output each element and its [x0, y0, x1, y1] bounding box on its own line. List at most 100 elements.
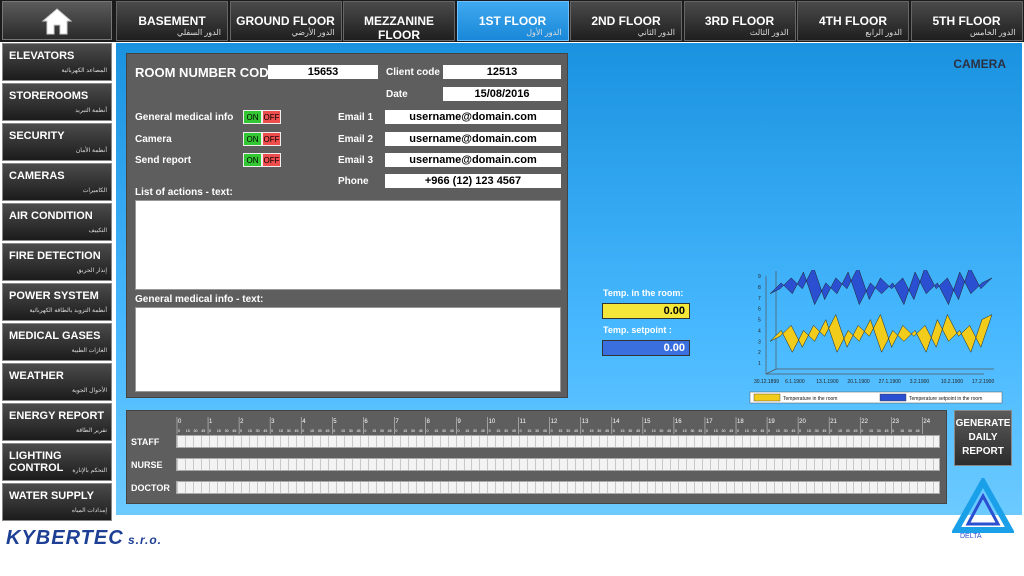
- minute-label: 15: [590, 429, 594, 433]
- hour-label: 12: [551, 419, 558, 425]
- camera-link[interactable]: CAMERA: [953, 57, 1006, 71]
- camera-toggle[interactable]: ON OFF: [243, 132, 281, 146]
- minute-label: 0: [395, 429, 397, 433]
- minute-label: 15: [465, 429, 469, 433]
- sidebar-item-cameras[interactable]: CAMERAS الكاميرات: [2, 163, 112, 201]
- camera-toggle-label: Camera: [135, 134, 172, 145]
- minute-label: 0: [302, 429, 304, 433]
- minute-label: 45: [419, 429, 423, 433]
- sidebar-item-medical-gases[interactable]: MEDICAL GASES الغازات الطبية: [2, 323, 112, 361]
- room-temperature-label: Temp. in the room:: [603, 288, 684, 298]
- report-button-line-3: REPORT: [962, 446, 1004, 457]
- minute-label: 0: [675, 429, 677, 433]
- email1-field[interactable]: username@domain.com: [385, 110, 561, 124]
- sidebar-item-lighting-control[interactable]: LIGHTING CONTROL التحكم بالإنارة: [2, 443, 112, 481]
- minute-label: 30: [566, 429, 570, 433]
- sidebar-item-elevators[interactable]: ELEVATORS المصاعد الكهربائية: [2, 43, 112, 81]
- sidebar-item-label: CAMERAS: [9, 170, 65, 182]
- hour-label: 22: [861, 419, 868, 425]
- room-number-field[interactable]: 15653: [268, 65, 378, 79]
- floor-tab-arabic-label: الدور الأول: [526, 28, 562, 37]
- home-button[interactable]: [2, 1, 112, 40]
- schedule-row-nurse[interactable]: [176, 458, 940, 471]
- floor-tab-ground-floor[interactable]: GROUND FLOOR الدور الأرضي: [229, 1, 342, 41]
- off-switch[interactable]: OFF: [262, 110, 281, 124]
- hour-label: 18: [737, 419, 744, 425]
- minute-label: 30: [659, 429, 663, 433]
- minute-label: 30: [380, 429, 384, 433]
- floor-tab-arabic-label: الدور الثالث: [749, 28, 789, 37]
- sidebar-item-label: AIR CONDITION: [9, 210, 93, 222]
- actions-textarea[interactable]: [135, 200, 561, 290]
- sidebar-item-arabic-label: أنظمة التزويد بالطاقة الكهربائية: [29, 308, 107, 314]
- minute-label: 15: [558, 429, 562, 433]
- sidebar-item-water-supply[interactable]: WATER SUPPLY إمدادات المياه: [2, 483, 112, 521]
- off-switch[interactable]: OFF: [262, 132, 281, 146]
- floor-tab-basement[interactable]: BASEMENT الدور السفلي: [116, 1, 228, 41]
- sidebar-item-weather[interactable]: WEATHER الأحوال الجوية: [2, 363, 112, 401]
- sidebar-item-energy-report[interactable]: ENERGY REPORT تقرير الطاقة: [2, 403, 112, 441]
- generate-daily-report-button[interactable]: GENERATE DAILY REPORT: [954, 410, 1012, 466]
- floor-tab-4th-floor[interactable]: 4TH FLOOR الدور الرابع: [797, 1, 909, 41]
- minute-label: 30: [256, 429, 260, 433]
- minute-label: 30: [908, 429, 912, 433]
- y-tick-label: 7: [758, 296, 761, 302]
- minute-label: 15: [434, 429, 438, 433]
- on-switch[interactable]: ON: [243, 132, 262, 146]
- floor-tab-3rd-floor[interactable]: 3RD FLOOR الدور الثالث: [683, 1, 796, 41]
- minute-label: 15: [310, 429, 314, 433]
- schedule-row-doctor[interactable]: [176, 481, 940, 494]
- delta-logo: DELTA: [952, 478, 1014, 540]
- minute-label: 45: [326, 429, 330, 433]
- minute-label: 0: [799, 429, 801, 433]
- general-medical-info-toggle[interactable]: ON OFF: [243, 110, 281, 124]
- floor-tab-arabic-label: الدور الثاني: [637, 28, 675, 37]
- on-switch[interactable]: ON: [243, 153, 262, 167]
- schedule-row-staff[interactable]: [176, 435, 940, 448]
- minute-label: 15: [217, 429, 221, 433]
- email2-label: Email 2: [338, 134, 374, 145]
- floor-tab-2nd-floor[interactable]: 2ND FLOOR الدور الثاني: [570, 1, 682, 41]
- floor-tab-label: 3RD FLOOR: [704, 14, 775, 28]
- floor-tab-1st-floor[interactable]: 1ST FLOOR الدور الأول: [456, 1, 569, 41]
- minute-label: 30: [535, 429, 539, 433]
- sidebar-item-power-system[interactable]: POWER SYSTEM أنظمة التزويد بالطاقة الكهرب…: [2, 283, 112, 321]
- x-tick-label: 13.1.1900: [816, 379, 838, 385]
- floor-tab-5th-floor[interactable]: 5TH FLOOR الدور الخامس: [910, 1, 1023, 41]
- minute-label: 45: [791, 429, 795, 433]
- schedule-row-label-nurse: NURSE: [131, 460, 163, 470]
- minute-label: 15: [745, 429, 749, 433]
- sidebar-item-fire-detection[interactable]: FIRE DETECTION إنذار الحريق: [2, 243, 112, 281]
- email2-field[interactable]: username@domain.com: [385, 132, 561, 146]
- logo-main: KYBERTEC: [6, 527, 124, 549]
- client-code-field[interactable]: 12513: [443, 65, 561, 79]
- minute-label: 15: [403, 429, 407, 433]
- sidebar-item-air-condition[interactable]: AIR CONDITION التكييف: [2, 203, 112, 241]
- date-field[interactable]: 15/08/2016: [443, 87, 561, 101]
- hour-label: 20: [799, 419, 806, 425]
- hour-label: 10: [489, 419, 496, 425]
- hour-label: 5: [333, 419, 337, 425]
- minute-label: 45: [853, 429, 857, 433]
- phone-field[interactable]: +966 (12) 123 4567: [385, 174, 561, 188]
- minute-label: 45: [636, 429, 640, 433]
- minute-label: 30: [721, 429, 725, 433]
- sidebar-item-storerooms[interactable]: STOREROOMS أنظمة التبريد: [2, 83, 112, 121]
- email3-field[interactable]: username@domain.com: [385, 153, 561, 167]
- floor-navigation-bar: BASEMENT الدور السفلي GROUND FLOOR الدور ال…: [0, 0, 1024, 51]
- y-tick-label: 9: [758, 274, 761, 280]
- minute-label: 15: [621, 429, 625, 433]
- off-switch[interactable]: OFF: [262, 153, 281, 167]
- floor-tab-mezzanine-floor[interactable]: MEZZANINE FLOORالشرفة: [343, 1, 455, 51]
- minute-label: 0: [333, 429, 335, 433]
- on-switch[interactable]: ON: [243, 110, 262, 124]
- medical-info-textarea[interactable]: [135, 307, 561, 392]
- sidebar-item-security[interactable]: SECURITY أنظمة الأمان: [2, 123, 112, 161]
- home-icon: [41, 7, 73, 34]
- minute-label: 45: [481, 429, 485, 433]
- x-tick-label: 3.2.1900: [910, 379, 930, 385]
- minute-label: 0: [861, 429, 863, 433]
- send-report-toggle[interactable]: ON OFF: [243, 153, 281, 167]
- sidebar-item-label: WATER SUPPLY: [9, 490, 94, 502]
- series-ribbon-0: [769, 313, 993, 353]
